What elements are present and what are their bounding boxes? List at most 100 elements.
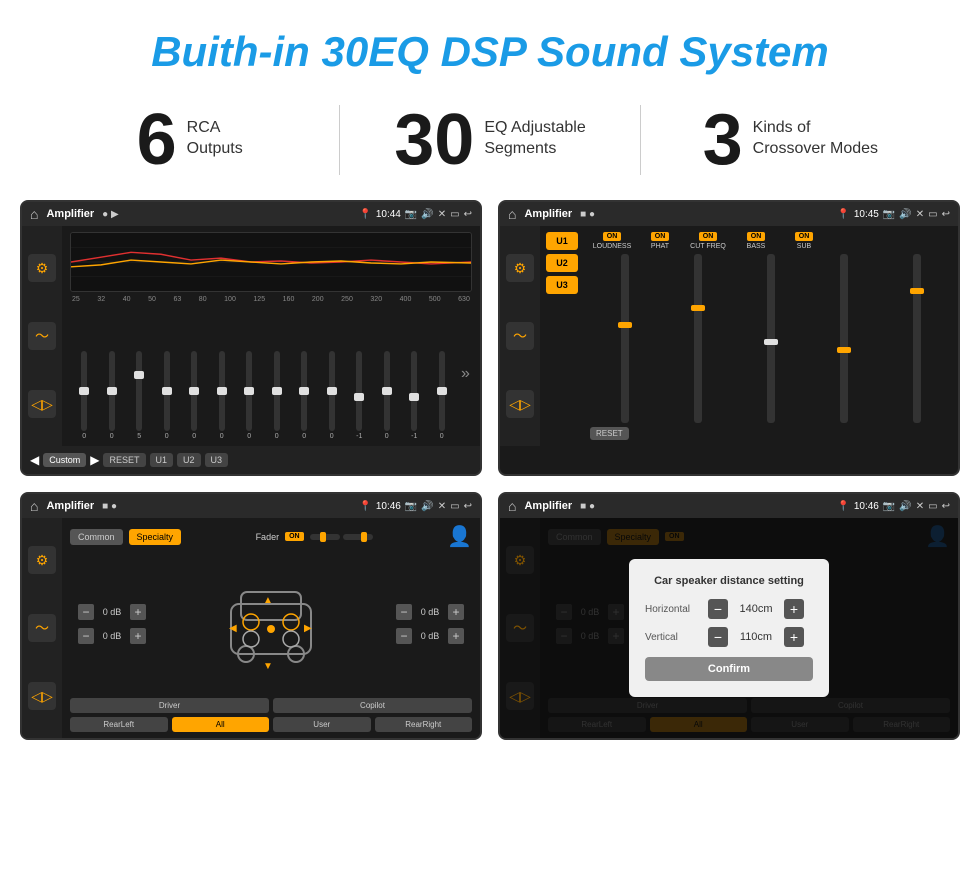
eq-thumb-6[interactable]	[244, 387, 254, 395]
eq-track-11[interactable]	[384, 351, 390, 431]
sidebar-eq-icon-2[interactable]: ⚙	[506, 254, 534, 282]
eq-val-0: 0	[82, 433, 86, 440]
u2-button[interactable]: U2	[177, 453, 201, 467]
slider-loudness[interactable]	[621, 254, 629, 423]
driver-button[interactable]: Driver	[70, 698, 269, 713]
user-button[interactable]: User	[273, 717, 371, 732]
vertical-plus-button[interactable]: +	[784, 627, 804, 647]
play-icon[interactable]: ▶	[90, 453, 99, 467]
eq-track-12[interactable]	[411, 351, 417, 431]
fader-track-1[interactable]	[310, 534, 340, 540]
eq-track-2[interactable]	[136, 351, 142, 431]
u3-amp-button[interactable]: U3	[546, 276, 578, 294]
eq-track-13[interactable]	[439, 351, 445, 431]
eq-thumb-8[interactable]	[299, 387, 309, 395]
eq-track-3[interactable]	[164, 351, 170, 431]
eq-track-4[interactable]	[191, 351, 197, 431]
slider-phat[interactable]	[694, 254, 702, 423]
eq-track-1[interactable]	[109, 351, 115, 431]
eq-track-6[interactable]	[246, 351, 252, 431]
u3-button[interactable]: U3	[205, 453, 229, 467]
all-button[interactable]: All	[172, 717, 270, 732]
eq-thumb-11[interactable]	[382, 387, 392, 395]
fader-thumb-1[interactable]	[320, 532, 326, 542]
fader-thumb-2[interactable]	[361, 532, 367, 542]
eq-slider-8: 0	[292, 351, 317, 440]
screen3-fader-content: Common Specialty Fader ON 👤 −	[62, 518, 480, 738]
db-plus-rb[interactable]: +	[448, 628, 464, 644]
horizontal-minus-button[interactable]: −	[708, 599, 728, 619]
eq-track-8[interactable]	[301, 351, 307, 431]
slider-sub[interactable]	[913, 254, 921, 423]
eq-slider-0: 0	[72, 351, 97, 440]
car-svg-wrapper: ▲ ▼ ◀ ▶	[160, 564, 382, 684]
fader-track-2[interactable]	[343, 534, 373, 540]
eq-thumb-4[interactable]	[189, 387, 199, 395]
eq-sliders: 0 0 5 0 0	[70, 307, 472, 440]
eq-thumb-7[interactable]	[272, 387, 282, 395]
eq-thumb-5[interactable]	[217, 387, 227, 395]
sidebar-wave-icon-3[interactable]: 〜	[28, 614, 56, 642]
sidebar-eq-icon-3[interactable]: ⚙	[28, 546, 56, 574]
rearright-button[interactable]: RearRight	[375, 717, 473, 732]
eq-track-9[interactable]	[329, 351, 335, 431]
eq-thumb-9[interactable]	[327, 387, 337, 395]
eq-track-7[interactable]	[274, 351, 280, 431]
db-value-lt: 0 dB	[98, 607, 126, 617]
eq-track-0[interactable]	[81, 351, 87, 431]
sidebar-speaker-icon-2[interactable]: ◁▷	[506, 390, 534, 418]
db-plus-lt[interactable]: +	[130, 604, 146, 620]
horizontal-plus-button[interactable]: +	[784, 599, 804, 619]
sidebar-speaker-icon[interactable]: ◁▷	[28, 390, 56, 418]
thumb-sub[interactable]	[910, 288, 924, 294]
reset-button[interactable]: RESET	[103, 453, 145, 467]
db-minus-rt[interactable]: −	[396, 604, 412, 620]
u1-button[interactable]: U1	[150, 453, 174, 467]
rearleft-button[interactable]: RearLeft	[70, 717, 168, 732]
screen1-eq-content: 2532 4050 6380 100125 160200 250320 4005…	[62, 226, 480, 446]
confirm-button[interactable]: Confirm	[645, 657, 813, 681]
expand-icon[interactable]: »	[461, 365, 470, 383]
vertical-minus-button[interactable]: −	[708, 627, 728, 647]
eq-thumb-13[interactable]	[437, 387, 447, 395]
stat-divider-1	[339, 105, 340, 175]
custom-button[interactable]: Custom	[43, 453, 86, 467]
sidebar-speaker-icon-3[interactable]: ◁▷	[28, 682, 56, 710]
u2-amp-button[interactable]: U2	[546, 254, 578, 272]
db-plus-lb[interactable]: +	[130, 628, 146, 644]
u1-amp-button[interactable]: U1	[546, 232, 578, 250]
amp-reset-button[interactable]: RESET	[590, 427, 629, 440]
home-icon-4: ⌂	[508, 498, 516, 514]
eq-thumb-12[interactable]	[409, 393, 419, 401]
sidebar-eq-icon[interactable]: ⚙	[28, 254, 56, 282]
prev-icon[interactable]: ◀	[30, 453, 39, 467]
screen1-topbar: ⌂ Amplifier ● ▶ 📍 10:44 📷 🔊 ✕ ▭ ↩	[22, 202, 480, 226]
back-arrow-icon-4: ↩	[942, 501, 950, 512]
specialty-tab[interactable]: Specialty	[129, 529, 182, 545]
sidebar-wave-icon[interactable]: 〜	[28, 322, 56, 350]
eq-slider-1: 0	[100, 351, 125, 440]
eq-track-10[interactable]	[356, 351, 362, 431]
thumb-loudness[interactable]	[618, 322, 632, 328]
db-minus-lb[interactable]: −	[78, 628, 94, 644]
thumb-bass[interactable]	[837, 347, 851, 353]
eq-thumb-3[interactable]	[162, 387, 172, 395]
eq-track-5[interactable]	[219, 351, 225, 431]
eq-thumb-2[interactable]	[134, 371, 144, 379]
eq-thumb-10[interactable]	[354, 393, 364, 401]
eq-thumb-0[interactable]	[79, 387, 89, 395]
eq-thumb-1[interactable]	[107, 387, 117, 395]
eq-graph	[70, 232, 472, 292]
copilot-button[interactable]: Copilot	[273, 698, 472, 713]
common-tab[interactable]: Common	[70, 529, 123, 545]
db-minus-lt[interactable]: −	[78, 604, 94, 620]
thumb-phat[interactable]	[691, 305, 705, 311]
stat-eq: 30 EQ AdjustableSegments	[360, 104, 619, 176]
thumb-cutfreq[interactable]	[764, 339, 778, 345]
slider-cutfreq[interactable]	[767, 254, 775, 423]
sidebar-wave-icon-2[interactable]: 〜	[506, 322, 534, 350]
eq-slider-9: 0	[320, 351, 345, 440]
slider-bass[interactable]	[840, 254, 848, 423]
db-minus-rb[interactable]: −	[396, 628, 412, 644]
db-plus-rt[interactable]: +	[448, 604, 464, 620]
